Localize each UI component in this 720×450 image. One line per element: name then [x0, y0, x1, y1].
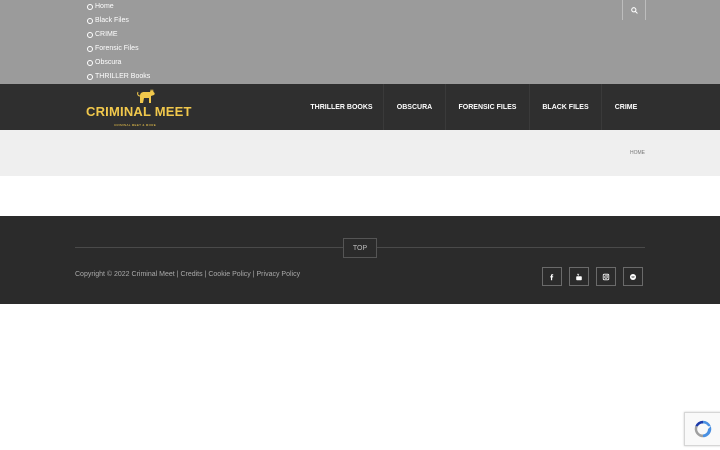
- separator: |: [176, 271, 179, 278]
- back-to-top-button[interactable]: TOP: [343, 238, 377, 258]
- top-menu-item-forensic-files[interactable]: Forensic Files: [86, 42, 150, 56]
- top-menu-item-home[interactable]: Home: [86, 0, 150, 14]
- separator: |: [204, 271, 207, 278]
- youtube-button[interactable]: [569, 267, 589, 286]
- top-menu-item-thriller-books[interactable]: THRILLER Books: [86, 70, 150, 84]
- search-icon: [630, 6, 638, 14]
- nav-item-crime[interactable]: CRIME: [602, 84, 650, 130]
- nav-item-black-files[interactable]: BLACK FILES: [530, 84, 602, 130]
- nav-item-forensic-files[interactable]: FORENSIC FILES: [446, 84, 530, 130]
- logo-text[interactable]: CRIMINAL MEET: [86, 104, 192, 119]
- credits-link[interactable]: Credits: [180, 271, 202, 278]
- separator: |: [252, 271, 255, 278]
- cat-logo-icon: [137, 89, 155, 103]
- cookie-policy-link[interactable]: Cookie Policy: [208, 271, 250, 278]
- breadcrumb-home[interactable]: HOME: [630, 150, 645, 156]
- top-menu-item-obscura[interactable]: Obscura: [86, 56, 150, 70]
- youtube-icon: [576, 273, 582, 280]
- facebook-button[interactable]: [542, 267, 562, 286]
- search-button[interactable]: [622, 0, 646, 20]
- instagram-icon: [602, 273, 610, 280]
- spotify-button[interactable]: [623, 267, 643, 286]
- footer-divider-right: [377, 247, 645, 248]
- nav-item-obscura[interactable]: OBSCURA: [384, 84, 446, 130]
- top-menu: Home Black Files CRIME Forensic Files Ob…: [86, 0, 150, 84]
- copyright-label: Copyright © 2022 Criminal Meet: [75, 271, 175, 278]
- site-footer: [0, 216, 720, 304]
- top-menu-item-black-files[interactable]: Black Files: [86, 14, 150, 28]
- main-nav: THRILLER BOOKS OBSCURA FORENSIC FILES BL…: [300, 84, 650, 130]
- facebook-icon: [550, 273, 554, 280]
- recaptcha-badge[interactable]: [684, 412, 720, 446]
- footer-divider-left: [75, 247, 343, 248]
- spotify-icon: [629, 273, 637, 280]
- copyright-text: Copyright © 2022 Criminal Meet | Credits…: [75, 271, 300, 278]
- nav-item-thriller-books[interactable]: THRILLER BOOKS: [300, 84, 384, 130]
- page-title-band: [0, 130, 720, 176]
- privacy-policy-link[interactable]: Privacy Policy: [257, 271, 301, 278]
- recaptcha-icon: [694, 420, 712, 438]
- top-menu-item-crime[interactable]: CRIME: [86, 28, 150, 42]
- instagram-button[interactable]: [596, 267, 616, 286]
- logo-subtext: CRIMINAL MEET & MORE: [114, 123, 157, 127]
